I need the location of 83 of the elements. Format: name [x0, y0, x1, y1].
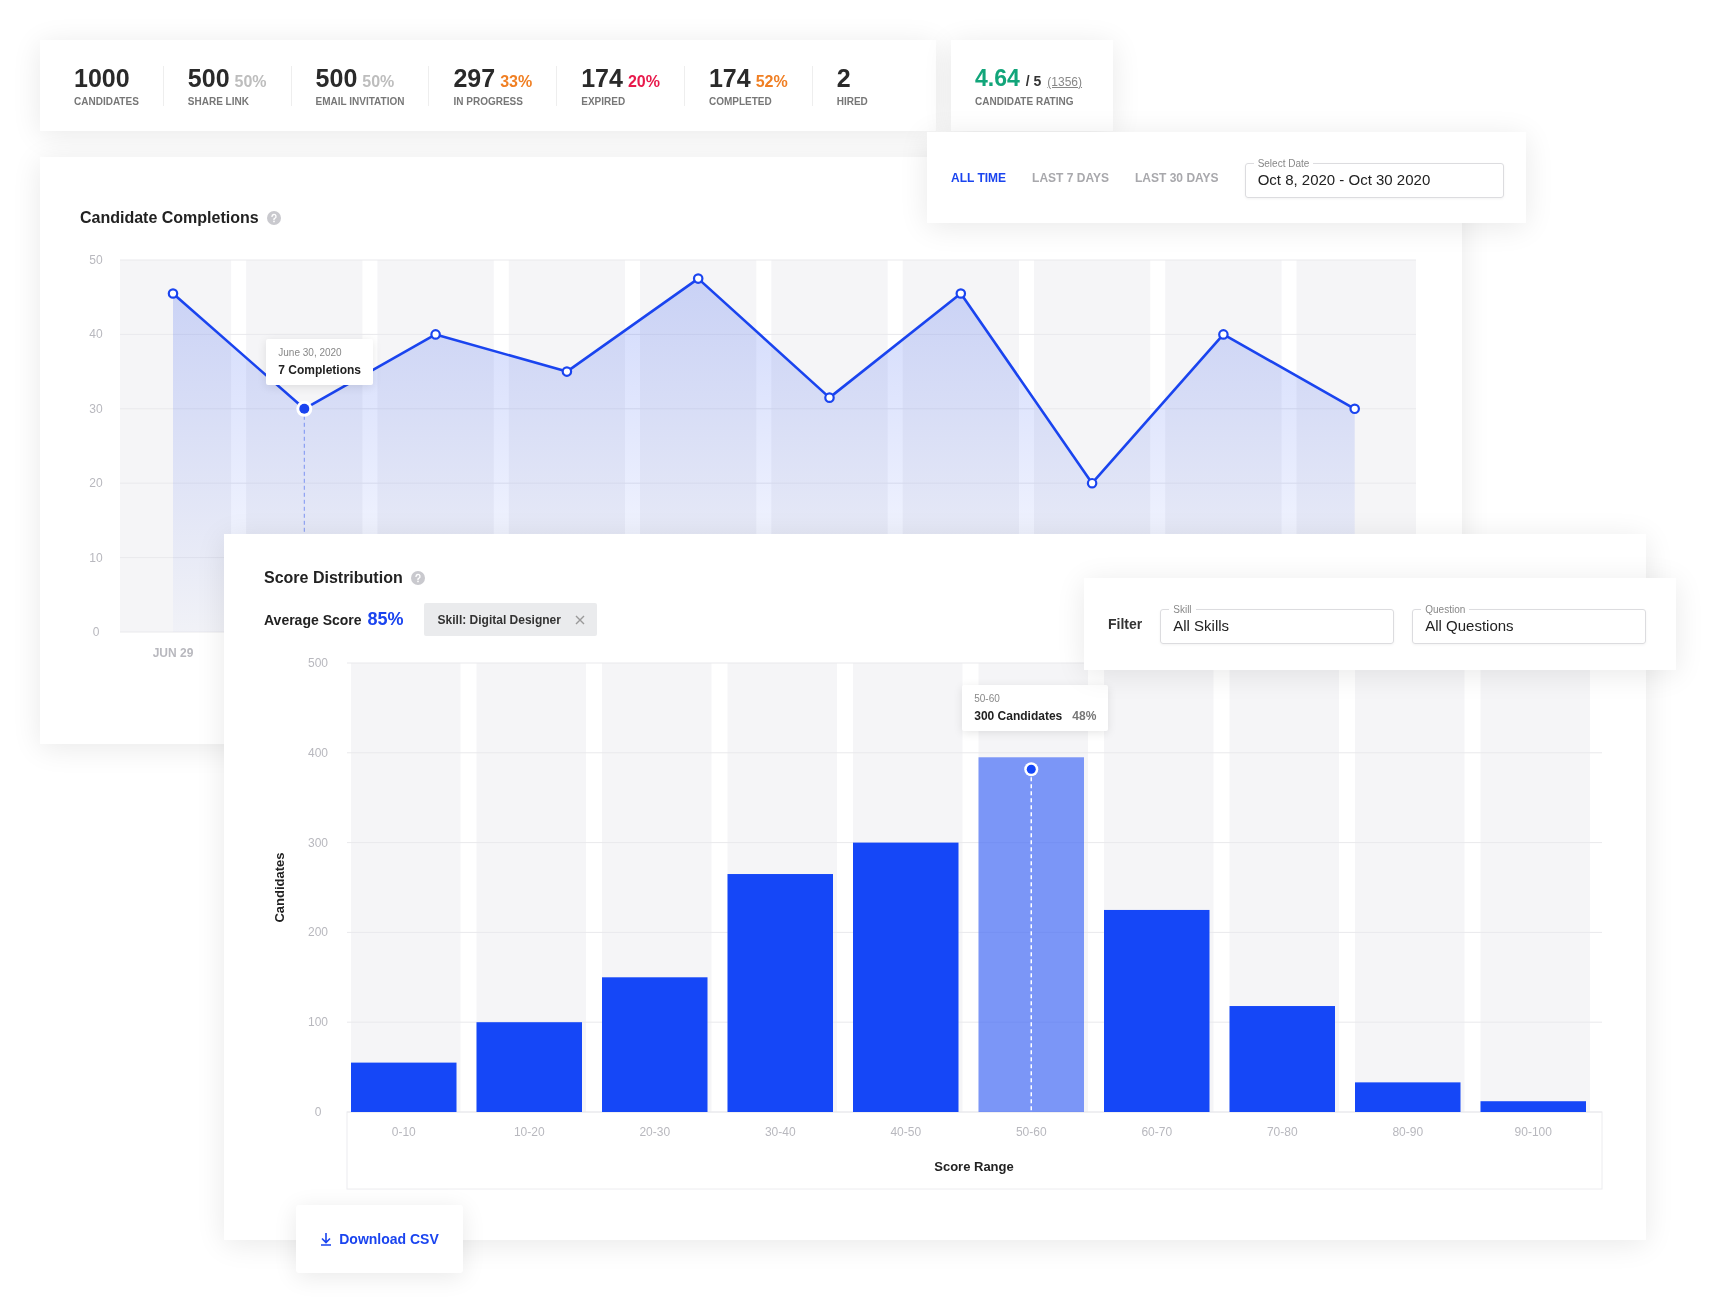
axis-tick-label: 50-60: [1015, 1125, 1047, 1139]
help-icon[interactable]: [410, 571, 425, 585]
axis-tick-label: 0: [314, 1105, 322, 1119]
data-point[interactable]: [692, 273, 704, 284]
stat-value: 2: [836, 64, 851, 93]
data-point[interactable]: [955, 288, 967, 299]
axis-tick-label: 30-40: [764, 1125, 796, 1139]
axis-tick-label: 10: [89, 550, 103, 565]
axis-tick-label: 20: [89, 476, 103, 491]
tooltip-percentage: 48%: [1072, 709, 1097, 724]
select-field[interactable]: Skill All Skills: [1160, 604, 1395, 644]
stat-label: IN PROGRESS: [453, 96, 524, 107]
stat-percentage: 52%: [755, 73, 788, 91]
stat-label: HIRED: [836, 96, 868, 107]
stat-percentage: 50%: [234, 73, 267, 91]
axis-tick-label: 40-50: [890, 1125, 922, 1139]
axis-tick-label: 70-80: [1266, 1125, 1298, 1139]
axis-tick-label: 10-20: [513, 1125, 545, 1139]
data-point[interactable]: [824, 392, 835, 403]
axis-tick-label: 30: [89, 401, 103, 416]
stat-value: 500: [187, 64, 230, 93]
y-axis-title: Candidates: [272, 852, 287, 923]
bar[interactable]: [1480, 1101, 1586, 1112]
data-point[interactable]: [1349, 403, 1360, 415]
stat-value: 297: [453, 64, 496, 93]
help-icon[interactable]: [266, 211, 281, 225]
bar[interactable]: [1355, 1082, 1461, 1112]
axis-tick-label: 80-90: [1392, 1125, 1424, 1139]
data-point[interactable]: [561, 366, 573, 377]
stat-value: 1000: [74, 64, 130, 93]
close-icon[interactable]: [574, 614, 585, 625]
rating-scale: / 5: [1025, 72, 1042, 89]
stat-percentage: 20%: [627, 73, 660, 91]
stat-label: EMAIL INVITATION: [315, 96, 405, 107]
average-score-value: 85%: [367, 609, 404, 630]
download-icon: [320, 1232, 333, 1246]
tooltip-date: June 30, 2020: [278, 346, 343, 358]
data-point[interactable]: [430, 329, 441, 340]
stat-value: 500: [315, 64, 358, 93]
filter-chip[interactable]: Skill: Digital Designer: [423, 603, 597, 636]
axis-tick-label: 40: [89, 327, 103, 342]
stat-percentage: 33%: [500, 73, 533, 91]
rating-count-link[interactable]: (1356): [1047, 74, 1083, 89]
x-axis-title: Score Range: [934, 1159, 1014, 1174]
tooltip-value: 7 Completions: [278, 362, 361, 377]
axis-tick-label: 0-10: [391, 1125, 416, 1139]
filter-label: Filter: [1108, 616, 1143, 632]
stat-value: 174: [708, 64, 751, 93]
axis-tick-label: 400: [308, 745, 328, 760]
selected-data-point[interactable]: [296, 400, 313, 417]
download-button[interactable]: Download CSV: [296, 1205, 463, 1273]
axis-tick-label: 50: [89, 253, 103, 267]
selected-data-point[interactable]: [1024, 762, 1039, 777]
data-point[interactable]: [167, 288, 179, 299]
range-tab[interactable]: ALL TIME: [951, 164, 1007, 191]
data-point[interactable]: [1218, 329, 1229, 340]
date-field[interactable]: Select Date Oct 8, 2020 - Oct 30 2020: [1244, 157, 1504, 198]
stat-label: COMPLETED: [708, 96, 773, 107]
axis-tick-label: 100: [308, 1015, 328, 1030]
card-title: Score Distribution: [264, 569, 403, 587]
average-score-label: Average Score: [264, 611, 362, 628]
data-point[interactable]: [1086, 477, 1098, 489]
bar[interactable]: [476, 1022, 582, 1112]
tooltip-range: 50-60: [974, 693, 1001, 705]
stat-label: EXPIRED: [581, 96, 627, 107]
stat-percentage: 50%: [362, 73, 395, 91]
stat-label: CANDIDATE RATING: [975, 95, 1075, 107]
stat-value: 174: [581, 64, 623, 93]
axis-tick-label: 90-100: [1514, 1125, 1552, 1139]
rating-score: 4.64: [975, 64, 1020, 92]
axis-tick-label: 200: [308, 925, 328, 940]
tooltip-value: 300 Candidates: [974, 709, 1063, 724]
axis-tick-label: 500: [308, 656, 328, 670]
stat-label: SHARE LINK: [187, 96, 250, 107]
axis-tick-label: 60-70: [1141, 1125, 1173, 1139]
axis-tick-label: 20-30: [639, 1125, 671, 1139]
axis-tick-label: JUN 29: [152, 646, 194, 660]
axis-tick-label: 0: [92, 625, 100, 639]
bar[interactable]: [351, 1062, 457, 1112]
card-title: Candidate Completions: [80, 209, 259, 227]
stat-label: CANDIDATES: [74, 96, 139, 107]
select-field[interactable]: Question All Questions: [1412, 604, 1647, 644]
axis-tick-label: 300: [308, 835, 328, 850]
